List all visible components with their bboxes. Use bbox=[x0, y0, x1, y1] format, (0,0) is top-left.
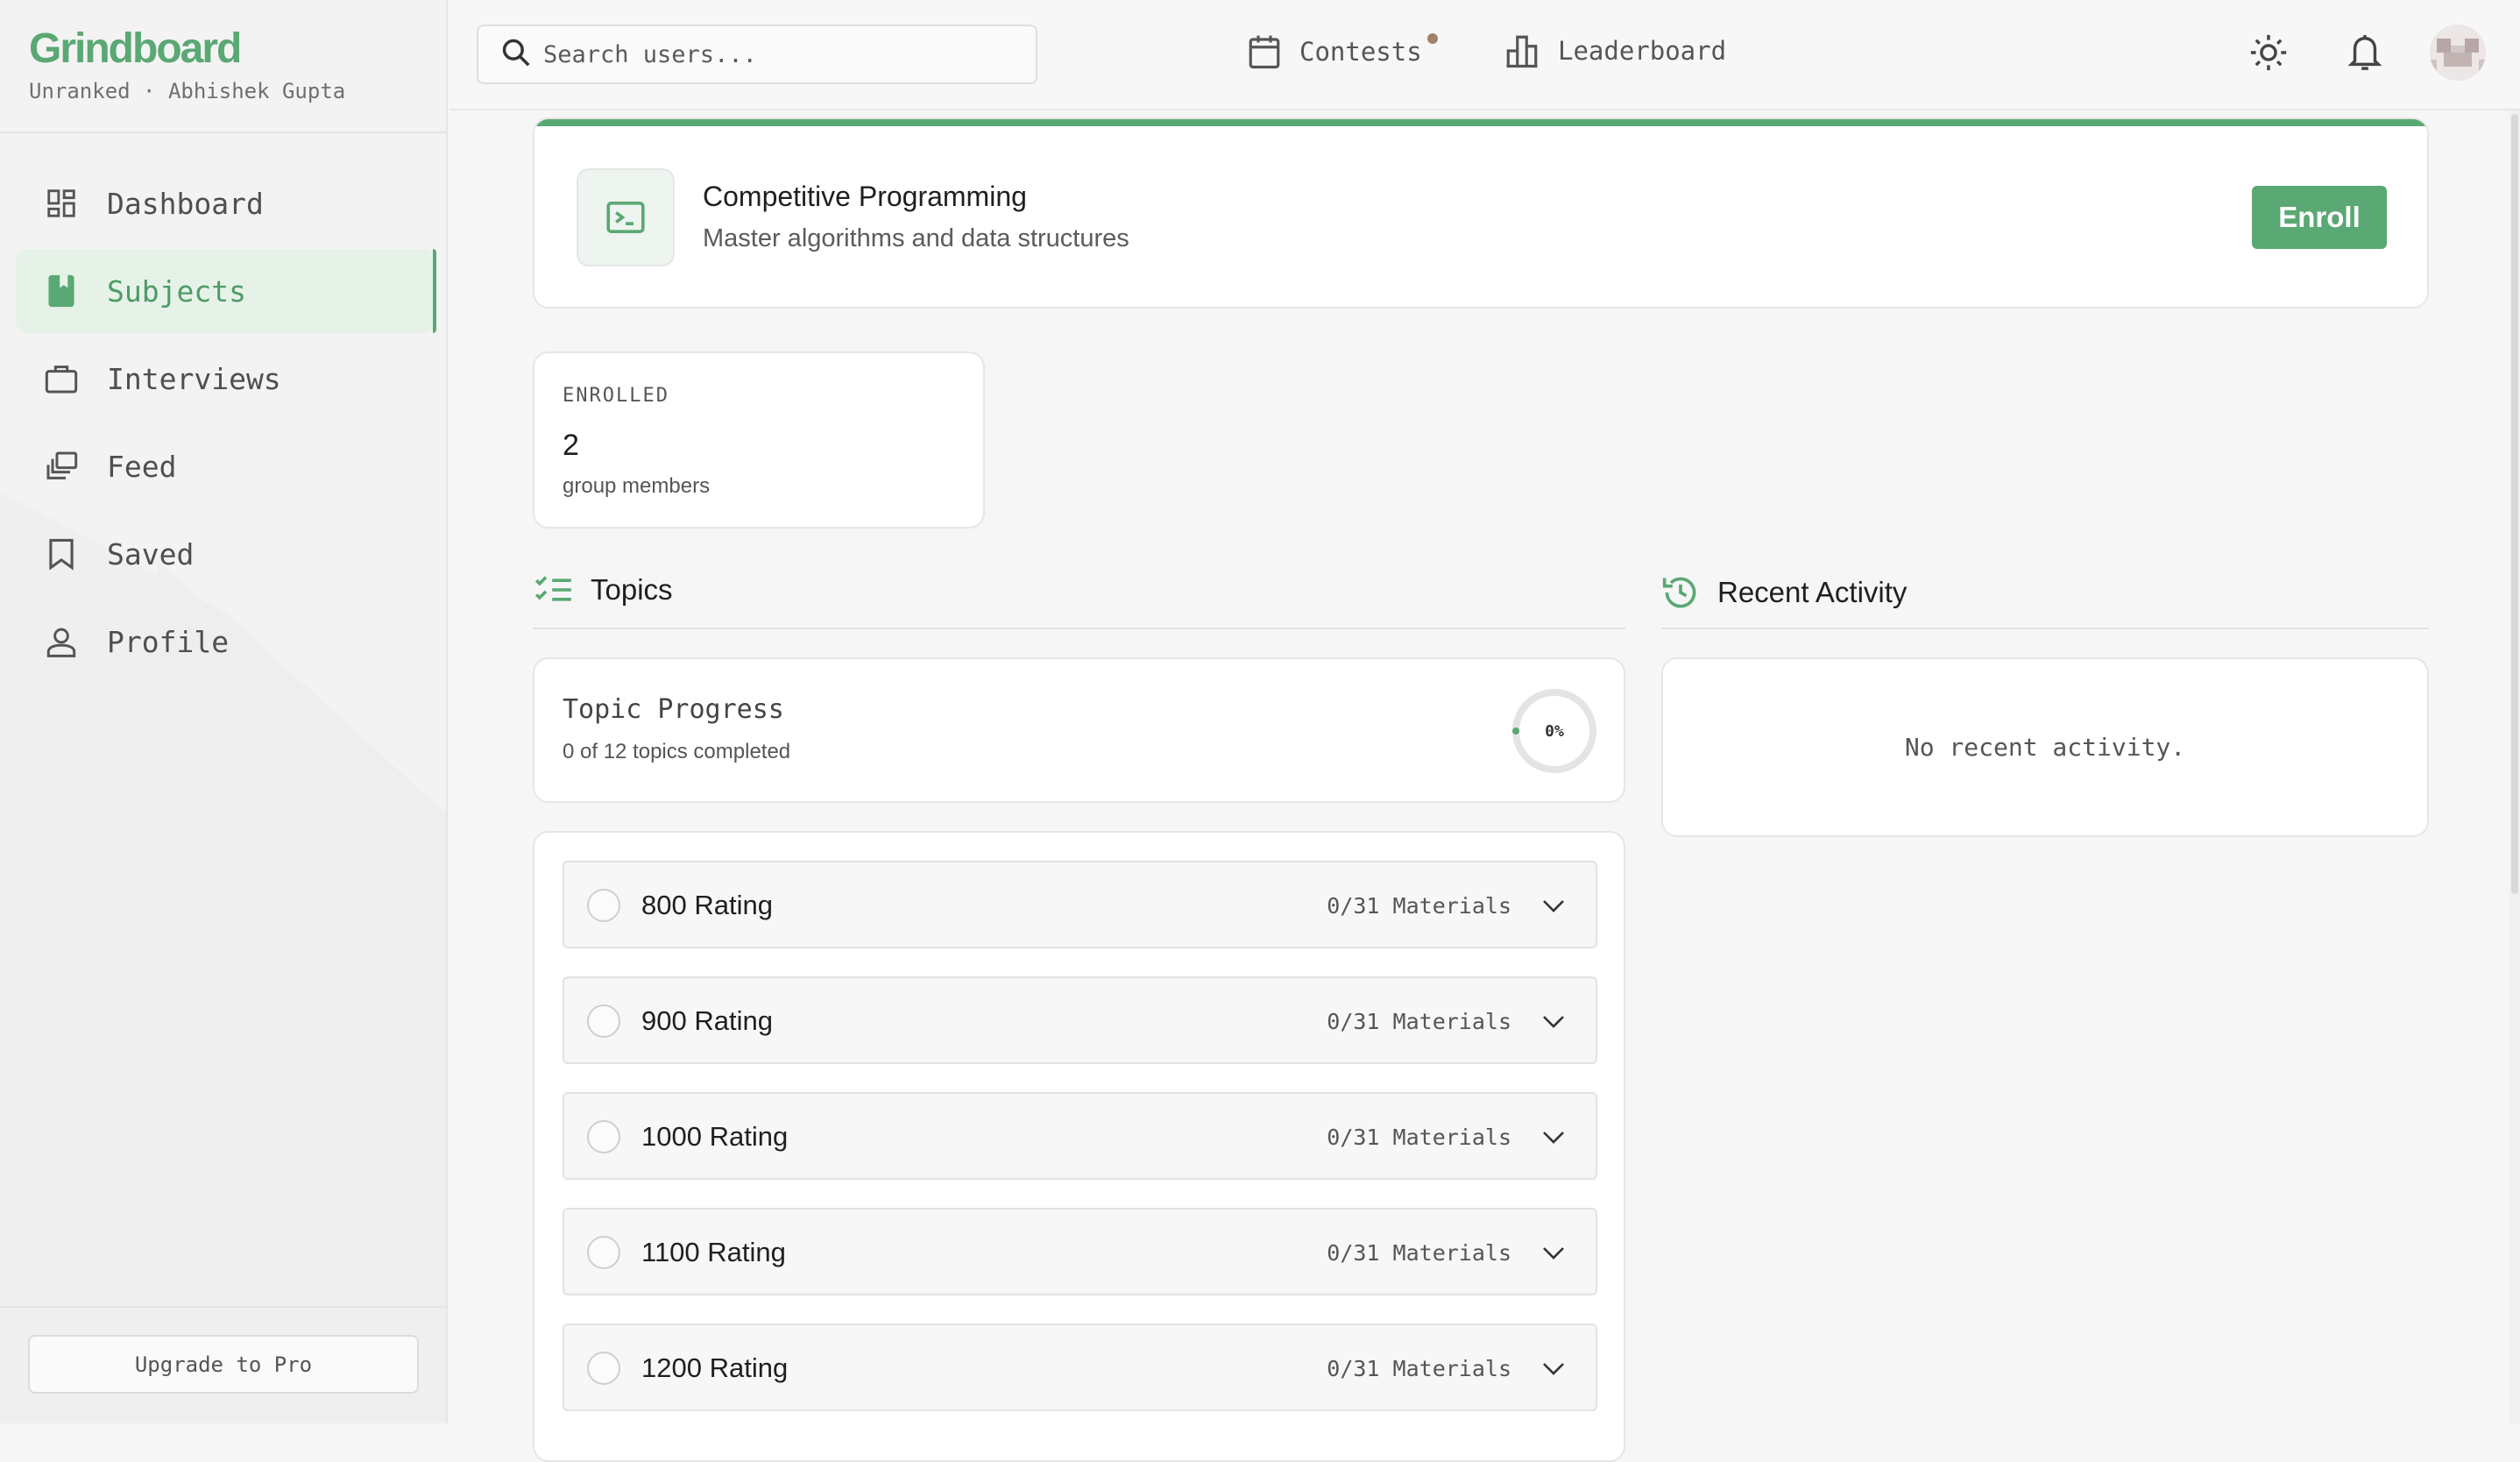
chevron-down-icon[interactable] bbox=[1536, 1120, 1571, 1155]
empty-activity-text: No recent activity. bbox=[1904, 733, 2186, 762]
stat-value: 2 bbox=[563, 429, 579, 462]
topic-materials-count: 0/31 Materials bbox=[1327, 1009, 1511, 1034]
sidebar-item-label: Interviews bbox=[107, 361, 281, 396]
sidebar-item-label: Subjects bbox=[107, 273, 246, 309]
search-icon bbox=[499, 36, 533, 74]
stat-subtitle: group members bbox=[563, 474, 711, 498]
feed-icon bbox=[44, 449, 79, 484]
recent-activity-card: No recent activity. bbox=[1661, 657, 2429, 837]
progress-percent: 0% bbox=[1545, 721, 1564, 741]
topic-status-circle[interactable] bbox=[587, 889, 620, 922]
bell-icon bbox=[2347, 32, 2383, 77]
topic-row[interactable]: 900 Rating 0/31 Materials bbox=[563, 976, 1597, 1064]
sidebar-item-feed[interactable]: Feed bbox=[16, 424, 436, 508]
topbar: Contests Leaderboard bbox=[449, 0, 2520, 110]
topic-materials-count: 0/31 Materials bbox=[1327, 1240, 1511, 1266]
progress-title: Topic Progress bbox=[563, 694, 784, 725]
topic-row[interactable]: 1200 Rating 0/31 Materials bbox=[563, 1324, 1597, 1411]
notification-dot bbox=[1426, 33, 1438, 44]
user-rank-subtitle: Unranked · Abhishek Gupta bbox=[29, 79, 346, 103]
topic-name: 1100 Rating bbox=[641, 1237, 786, 1267]
topics-heading: Topics bbox=[534, 573, 673, 607]
chevron-down-icon[interactable] bbox=[1536, 1236, 1571, 1271]
topnav-label: Leaderboard bbox=[1558, 36, 1727, 66]
topic-status-circle[interactable] bbox=[587, 1004, 620, 1038]
sidebar-item-label: Profile bbox=[107, 624, 230, 659]
topic-name: 900 Rating bbox=[641, 1005, 773, 1036]
avatar[interactable] bbox=[2430, 25, 2486, 81]
topnav-label: Contests bbox=[1299, 37, 1422, 67]
search-box[interactable] bbox=[477, 25, 1037, 84]
progress-subtitle: 0 of 12 topics completed bbox=[563, 740, 791, 763]
sidebar-item-subjects[interactable]: Subjects bbox=[16, 249, 436, 333]
sidebar-item-dashboard[interactable]: Dashboard bbox=[16, 161, 436, 245]
upgrade-to-pro-button[interactable]: Upgrade to Pro bbox=[28, 1335, 419, 1394]
topic-materials-count: 0/31 Materials bbox=[1327, 1356, 1511, 1381]
calendar-icon bbox=[1247, 33, 1282, 70]
subject-title: Competitive Programming bbox=[703, 181, 1027, 212]
search-input[interactable] bbox=[543, 40, 1034, 68]
stat-label: ENROLLED bbox=[563, 385, 669, 407]
notifications-button[interactable] bbox=[2340, 30, 2389, 79]
topic-name: 1200 Rating bbox=[641, 1352, 789, 1383]
topic-materials-count: 0/31 Materials bbox=[1327, 1125, 1511, 1150]
topnav-leaderboard[interactable]: Leaderboard bbox=[1504, 33, 1726, 68]
briefcase-icon bbox=[44, 361, 79, 396]
bookmark-icon bbox=[44, 536, 79, 571]
topic-row[interactable]: 1100 Rating 0/31 Materials bbox=[563, 1208, 1597, 1295]
dashboard-icon bbox=[44, 186, 79, 221]
sidebar-item-interviews[interactable]: Interviews bbox=[16, 337, 436, 421]
enrolled-stat-card: ENROLLED 2 group members bbox=[533, 351, 985, 529]
topic-row[interactable]: 800 Rating 0/31 Materials bbox=[563, 861, 1597, 948]
subject-header-card: Competitive Programming Master algorithm… bbox=[533, 117, 2429, 309]
chevron-down-icon[interactable] bbox=[1536, 1352, 1571, 1387]
bar-chart-icon bbox=[1504, 33, 1540, 68]
avatar-pattern-icon bbox=[2430, 25, 2486, 81]
terminal-icon bbox=[577, 168, 675, 266]
brand: Grindboard Unranked · Abhishek Gupta bbox=[29, 25, 345, 103]
section-divider bbox=[1661, 628, 2429, 629]
checklist-icon bbox=[534, 574, 573, 606]
topics-list-card: 800 Rating 0/31 Materials 900 Rating 0/3… bbox=[533, 831, 1625, 1462]
chevron-down-icon[interactable] bbox=[1536, 1004, 1571, 1040]
sidebar-divider bbox=[0, 131, 446, 133]
history-icon bbox=[1661, 573, 1700, 612]
sidebar-bottom-divider bbox=[0, 1306, 446, 1308]
scrollbar-thumb[interactable] bbox=[2511, 114, 2518, 894]
book-icon bbox=[44, 273, 79, 309]
sidebar-item-saved[interactable]: Saved bbox=[16, 512, 436, 596]
section-title: Topics bbox=[591, 573, 673, 606]
sidebar-nav: Dashboard Subjects Interviews Feed Saved bbox=[16, 161, 436, 687]
topic-status-circle[interactable] bbox=[587, 1352, 620, 1385]
sidebar-item-profile[interactable]: Profile bbox=[16, 600, 436, 684]
section-title: Recent Activity bbox=[1717, 576, 1908, 608]
enroll-button[interactable]: Enroll bbox=[2252, 186, 2387, 249]
topic-name: 800 Rating bbox=[641, 890, 773, 920]
chevron-down-icon[interactable] bbox=[1536, 889, 1571, 924]
topnav-contests[interactable]: Contests bbox=[1247, 33, 1438, 70]
topic-progress-card: Topic Progress 0 of 12 topics completed … bbox=[533, 657, 1625, 803]
section-divider bbox=[533, 628, 1625, 629]
sidebar-item-label: Saved bbox=[107, 536, 195, 571]
topic-status-circle[interactable] bbox=[587, 1236, 620, 1269]
topic-name: 1000 Rating bbox=[641, 1121, 789, 1152]
sun-icon bbox=[2248, 32, 2289, 77]
subject-description: Master algorithms and data structures bbox=[703, 224, 1129, 252]
theme-toggle-button[interactable] bbox=[2244, 30, 2293, 79]
topic-materials-count: 0/31 Materials bbox=[1327, 893, 1511, 919]
topic-status-circle[interactable] bbox=[587, 1120, 620, 1153]
sidebar-item-label: Dashboard bbox=[107, 186, 264, 221]
user-icon bbox=[44, 624, 79, 659]
topic-row[interactable]: 1000 Rating 0/31 Materials bbox=[563, 1092, 1597, 1180]
brand-logo[interactable]: Grindboard bbox=[29, 25, 345, 74]
recent-activity-heading: Recent Activity bbox=[1661, 573, 1907, 612]
sidebar-item-label: Feed bbox=[107, 449, 177, 484]
sidebar: Grindboard Unranked · Abhishek Gupta Das… bbox=[0, 0, 448, 1423]
